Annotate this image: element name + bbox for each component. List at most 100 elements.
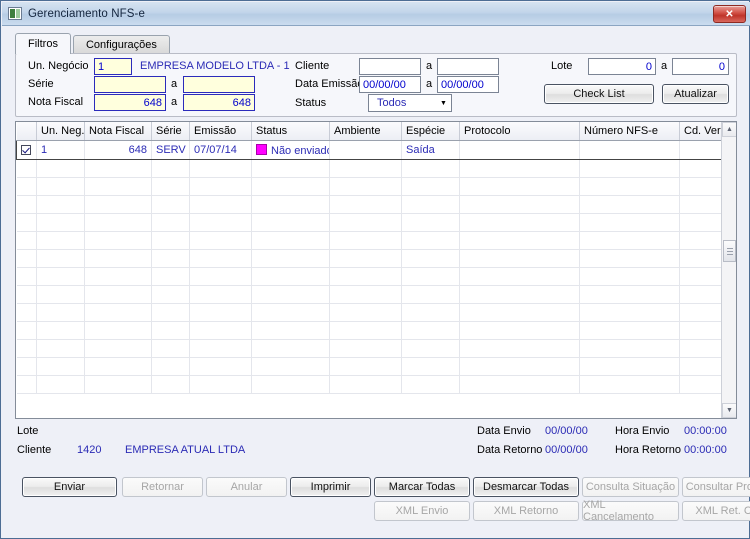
marcar-todas-button[interactable]: Marcar Todas (374, 477, 470, 497)
check-list-button[interactable]: Check List (544, 84, 654, 104)
cell-ambiente (329, 140, 402, 160)
consultar-protocolo-button[interactable]: Consultar Protocolo (682, 477, 750, 497)
table-empty-row[interactable] (16, 213, 736, 232)
xml-retorno-button[interactable]: XML Retorno (473, 501, 579, 521)
table-empty-cell (251, 339, 330, 358)
column-header-serie[interactable]: Série (151, 122, 190, 141)
table-empty-cell (401, 303, 460, 322)
xml-envio-button[interactable]: XML Envio (374, 501, 470, 521)
row-checkbox[interactable] (21, 145, 31, 156)
cliente-separator: a (426, 60, 433, 72)
table-empty-cell (579, 339, 680, 358)
table-empty-cell (151, 267, 190, 286)
data-emissao-from-input[interactable] (359, 76, 421, 93)
table-empty-cell (84, 339, 152, 358)
un-negocio-input[interactable] (94, 58, 132, 75)
retornar-button-label: Retornar (141, 481, 184, 493)
imprimir-button[interactable]: Imprimir (290, 477, 371, 497)
row-checkbox-cell[interactable] (16, 140, 37, 160)
table-empty-cell (16, 159, 37, 178)
nfse-grid[interactable]: Un. Neg. Nota Fiscal Série Emissão Statu… (15, 121, 737, 419)
close-icon[interactable]: ✕ (713, 5, 746, 23)
table-empty-cell (329, 177, 402, 196)
table-empty-cell (16, 285, 37, 304)
table-empty-row[interactable] (16, 267, 736, 286)
status-select[interactable]: Todos ▼ (368, 94, 452, 112)
nota-fiscal-separator: a (171, 96, 178, 108)
column-header-emissao[interactable]: Emissão (189, 122, 252, 141)
column-header-ambiente[interactable]: Ambiente (329, 122, 402, 141)
lote-from-input[interactable] (588, 58, 656, 75)
xml-cancelamento-button[interactable]: XML Cancelamento (582, 499, 679, 523)
table-empty-cell (401, 321, 460, 340)
anular-button[interactable]: Anular (206, 477, 287, 497)
column-header-check[interactable] (16, 122, 37, 141)
table-empty-row[interactable] (16, 339, 736, 358)
table-empty-cell (401, 213, 460, 232)
table-empty-row[interactable] (16, 321, 736, 340)
cliente-to-input[interactable] (437, 58, 499, 75)
column-header-especie[interactable]: Espécie (401, 122, 460, 141)
cliente-from-input[interactable] (359, 58, 421, 75)
nota-fiscal-to-input[interactable] (183, 94, 255, 111)
table-empty-cell (459, 195, 580, 214)
data-retorno-value: 00/00/00 (545, 444, 588, 456)
table-empty-cell (329, 249, 402, 268)
scrollbar-thumb[interactable] (723, 240, 736, 262)
table-empty-cell (329, 321, 402, 340)
data-emissao-to-input[interactable] (437, 76, 499, 93)
atualizar-button[interactable]: Atualizar (662, 84, 729, 104)
table-empty-cell (189, 357, 252, 376)
table-empty-cell (16, 213, 37, 232)
table-empty-cell (151, 195, 190, 214)
data-envio-value: 00/00/00 (545, 425, 588, 437)
table-row[interactable]: 1 648 SERV 07/07/14 Não enviado Saída (16, 140, 736, 160)
table-empty-cell (151, 321, 190, 340)
table-empty-row[interactable] (16, 357, 736, 376)
lote-to-input[interactable] (672, 58, 729, 75)
table-empty-cell (401, 375, 460, 394)
tab-configuracoes[interactable]: Configurações (72, 35, 170, 54)
marcar-todas-button-label: Marcar Todas (388, 481, 456, 493)
table-empty-cell (189, 339, 252, 358)
retornar-button[interactable]: Retornar (122, 477, 203, 497)
table-empty-cell (401, 267, 460, 286)
table-empty-row[interactable] (16, 375, 736, 394)
column-header-un-neg[interactable]: Un. Neg. (36, 122, 85, 141)
table-empty-row[interactable] (16, 249, 736, 268)
cell-protocolo (459, 140, 580, 160)
grid-vertical-scrollbar[interactable]: ▲ ▼ (721, 122, 736, 418)
consulta-situacao-button[interactable]: Consulta Situação (582, 477, 679, 497)
table-empty-cell (189, 303, 252, 322)
table-empty-cell (579, 195, 680, 214)
column-header-protocolo[interactable]: Protocolo (459, 122, 580, 141)
serie-from-input[interactable] (94, 76, 166, 93)
label-nota-fiscal: Nota Fiscal (28, 96, 84, 108)
column-header-nota-fiscal[interactable]: Nota Fiscal (84, 122, 152, 141)
table-empty-cell (36, 339, 85, 358)
table-empty-row[interactable] (16, 177, 736, 196)
scroll-down-icon[interactable]: ▼ (722, 403, 736, 418)
title-bar[interactable]: Gerenciamento NFS-e ✕ (2, 2, 750, 26)
column-header-numero-nfse[interactable]: Número NFS-e (579, 122, 680, 141)
enviar-button[interactable]: Enviar (22, 477, 117, 497)
table-empty-row[interactable] (16, 303, 736, 322)
table-empty-row[interactable] (16, 195, 736, 214)
tab-filtros[interactable]: Filtros (15, 33, 71, 54)
desmarcar-todas-button[interactable]: Desmarcar Todas (473, 477, 579, 497)
table-empty-cell (151, 375, 190, 394)
column-header-status[interactable]: Status (251, 122, 330, 141)
table-empty-cell (401, 177, 460, 196)
table-empty-cell (251, 357, 330, 376)
table-empty-row[interactable] (16, 285, 736, 304)
scroll-up-icon[interactable]: ▲ (722, 122, 736, 137)
table-empty-cell (36, 303, 85, 322)
data-emissao-separator: a (426, 78, 433, 90)
status-select-value: Todos (377, 97, 407, 109)
serie-to-input[interactable] (183, 76, 255, 93)
xml-ret-canc-button[interactable]: XML Ret. Canc. (682, 501, 750, 521)
table-empty-row[interactable] (16, 159, 736, 178)
nota-fiscal-from-input[interactable] (94, 94, 166, 111)
table-empty-cell (579, 231, 680, 250)
table-empty-row[interactable] (16, 231, 736, 250)
